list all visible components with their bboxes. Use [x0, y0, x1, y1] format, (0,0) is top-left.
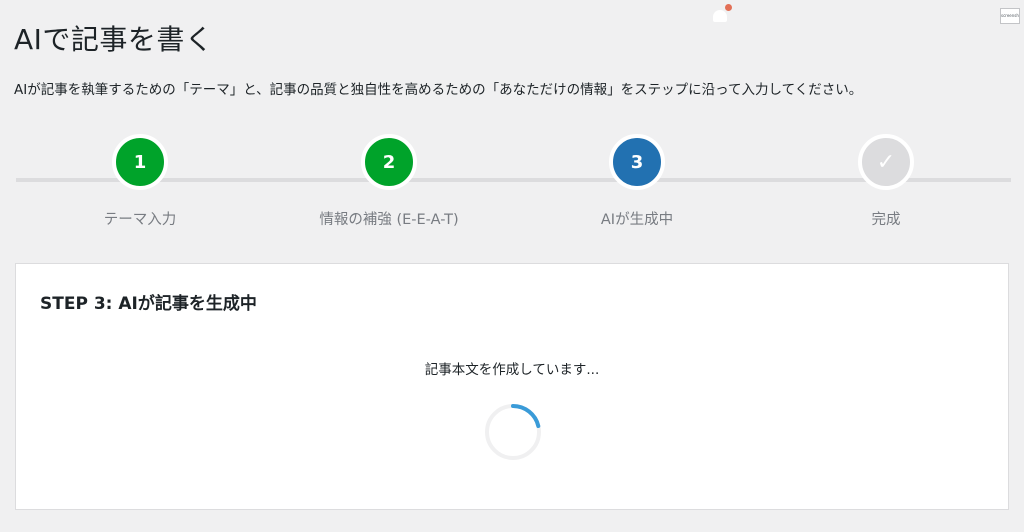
step-label: AIが生成中 [600, 212, 674, 228]
page-title: AIで記事を書く [14, 23, 214, 56]
checkmark-icon: ✓ [858, 134, 914, 190]
generation-card: STEP 3: AIが記事を生成中 記事本文を作成しています... [15, 263, 1009, 510]
bell-shape [713, 10, 727, 22]
progress-stepper: 1 テーマ入力 2 情報の補強 (E-E-A-T) 3 AIが生成中 ✓ 完成 [16, 134, 1011, 238]
card-title: STEP 3: AIが記事を生成中 [40, 294, 257, 314]
notification-dot [725, 4, 732, 11]
loading-spinner-icon [485, 404, 541, 460]
page: AIで記事を書く screenshot AIが記事を執筆するための「テーマ」と、… [0, 0, 1024, 532]
step-label: テーマ入力 [103, 212, 177, 228]
status-message: 記事本文を作成しています... [424, 362, 600, 378]
spinner-arc [511, 404, 541, 428]
step-ai-generating: 3 AIが生成中 [537, 134, 737, 229]
bell-icon[interactable] [713, 4, 732, 22]
step-label: 完成 [871, 212, 901, 228]
step-marker: 1 [112, 134, 168, 190]
step-theme-input: 1 テーマ入力 [40, 134, 240, 229]
page-description: AIが記事を執筆するための「テーマ」と、記事の品質と独自性を高めるための「あなた… [14, 82, 863, 98]
step-marker: 2 [361, 134, 417, 190]
step-label: 情報の補強 (E-E-A-T) [319, 212, 459, 228]
step-complete: ✓ 完成 [786, 134, 986, 229]
screenshot-thumbnail[interactable]: screenshot [1000, 8, 1020, 24]
step-eeat: 2 情報の補強 (E-E-A-T) [289, 134, 489, 229]
step-marker: 3 [609, 134, 665, 190]
